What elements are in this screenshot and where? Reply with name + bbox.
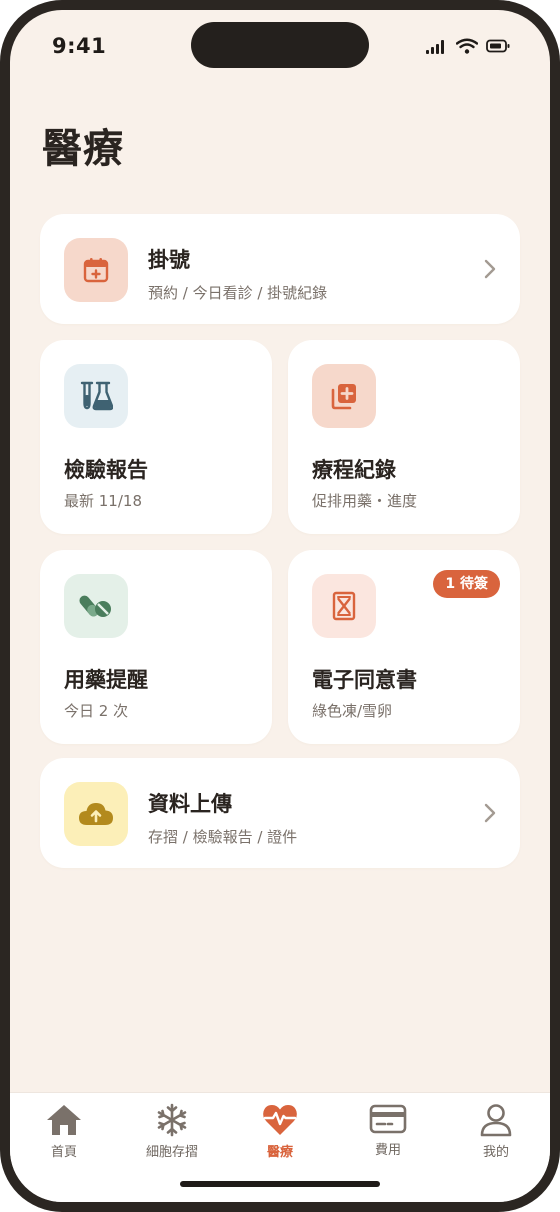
document-x-icon <box>332 591 356 621</box>
tab-cell-passbook-label: 細胞存摺 <box>145 1145 198 1160</box>
tab-profile[interactable]: 我的 <box>442 1103 550 1160</box>
lab-report-icon-tile <box>64 364 128 428</box>
treatment-title: 療程紀錄 <box>312 458 396 482</box>
status-time: 9:41 <box>52 34 107 58</box>
chevron-right-icon <box>484 259 496 279</box>
screen: 9:41 醫療 掛號 預約 / 今日看診 / 掛號紀錄 檢驗報告 最新 11/1… <box>10 10 550 1202</box>
medication-title: 用藥提醒 <box>64 668 148 692</box>
medication-card[interactable]: 用藥提醒 今日 2 次 <box>40 550 272 744</box>
consent-icon-tile <box>312 574 376 638</box>
consent-title: 電子同意書 <box>312 668 417 692</box>
registration-title: 掛號 <box>148 248 190 272</box>
upload-card[interactable]: 資料上傳 存摺 / 檢驗報告 / 證件 <box>40 758 520 868</box>
lab-report-card[interactable]: 檢驗報告 最新 11/18 <box>40 340 272 534</box>
treatment-icon-tile <box>312 364 376 428</box>
cloud-upload-icon <box>79 803 113 825</box>
tab-profile-label: 我的 <box>482 1145 509 1160</box>
medication-subtitle: 今日 2 次 <box>64 702 129 720</box>
registration-card[interactable]: 掛號 預約 / 今日看診 / 掛號紀錄 <box>40 214 520 324</box>
snowflake-icon <box>157 1103 187 1137</box>
lab-report-title: 檢驗報告 <box>64 458 148 482</box>
registration-subtitle: 預約 / 今日看診 / 掛號紀錄 <box>148 284 328 302</box>
tab-expenses-label: 費用 <box>374 1143 401 1158</box>
medical-records-icon <box>331 384 356 410</box>
home-icon <box>47 1105 81 1135</box>
consent-card[interactable]: 1 待簽 電子同意書 綠色凍/雪卵 <box>288 550 520 744</box>
upload-title: 資料上傳 <box>148 792 232 816</box>
wifi-icon <box>456 38 478 54</box>
credit-card-icon <box>369 1104 407 1134</box>
consent-subtitle: 綠色凍/雪卵 <box>312 702 393 720</box>
registration-icon-tile <box>64 238 128 302</box>
tab-home[interactable]: 首頁 <box>10 1103 118 1160</box>
tab-medical[interactable]: 醫療 <box>226 1103 334 1160</box>
lab-report-subtitle: 最新 11/18 <box>64 492 142 510</box>
user-icon <box>480 1104 512 1137</box>
flask-icon <box>80 381 113 411</box>
status-icons <box>426 38 510 54</box>
treatment-subtitle: 促排用藥・進度 <box>312 492 418 510</box>
signal-icon <box>426 40 444 54</box>
heartbeat-icon <box>263 1105 297 1135</box>
phone-frame: 9:41 醫療 掛號 預約 / 今日看診 / 掛號紀錄 檢驗報告 最新 11/1… <box>0 0 560 1212</box>
upload-subtitle: 存摺 / 檢驗報告 / 證件 <box>148 828 298 846</box>
battery-icon <box>486 39 510 53</box>
dynamic-island <box>191 22 369 68</box>
tab-home-label: 首頁 <box>50 1145 77 1160</box>
tab-cell-passbook[interactable]: 細胞存摺 <box>118 1103 226 1160</box>
tab-expenses[interactable]: 費用 <box>334 1103 442 1158</box>
treatment-card[interactable]: 療程紀錄 促排用藥・進度 <box>288 340 520 534</box>
home-indicator <box>180 1181 380 1187</box>
chevron-right-icon <box>484 803 496 823</box>
medication-icon-tile <box>64 574 128 638</box>
pending-signature-badge: 1 待簽 <box>433 570 500 598</box>
calendar-plus-icon <box>83 258 109 283</box>
tab-medical-label: 醫療 <box>266 1145 293 1160</box>
upload-icon-tile <box>64 782 128 846</box>
pills-icon <box>79 595 111 617</box>
page-title: 醫療 <box>42 126 124 172</box>
